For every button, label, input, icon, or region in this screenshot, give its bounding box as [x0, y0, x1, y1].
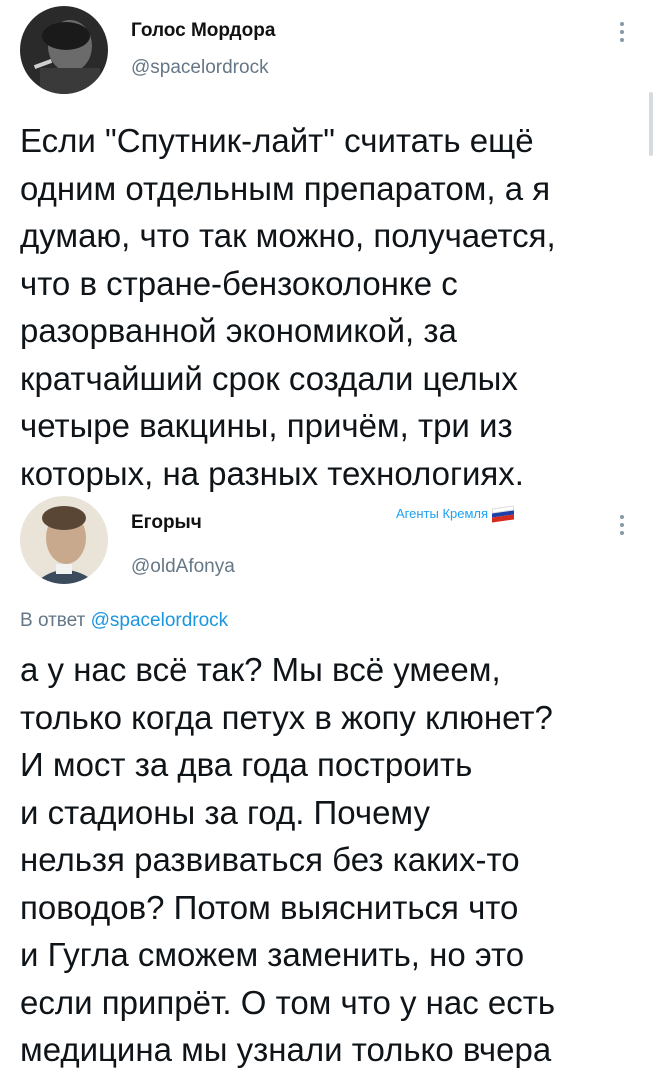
label-badge[interactable]: Агенты Кремля: [396, 504, 515, 523]
tweet-text-line: Если "Спутник-лайт" считать ещё: [20, 122, 534, 159]
author-handle[interactable]: @oldAfonya: [131, 556, 235, 578]
tweet-text-line: медицина мы узнали только вчера: [20, 1031, 552, 1068]
badge-label: Агенты Кремля: [396, 506, 489, 521]
reply-context: В ответ @spacelordrock: [20, 610, 228, 632]
tweet-text-line: кратчайший срок создали целых: [20, 359, 518, 397]
author-name[interactable]: Голос Мордора: [131, 20, 275, 42]
avatar-photo: [20, 496, 108, 584]
more-vertical-icon[interactable]: [620, 22, 626, 46]
tweet-text-line: которых, на разных технологиях.: [20, 454, 524, 492]
tweet-text-line: и стадионы за год. Почему: [20, 793, 430, 831]
tweet-text-line: И мост за два года построить: [20, 746, 473, 783]
author-name[interactable]: Егорыч: [131, 512, 202, 534]
tweet-text: а у нас всё так? Мы всё умеем, только ко…: [20, 646, 555, 1074]
more-vertical-icon[interactable]: [620, 515, 626, 539]
reply-handle-link[interactable]: @spacelordrock: [91, 610, 229, 631]
tweet-text-line: а у нас всё так? Мы всё умеем,: [20, 651, 501, 688]
russian-flag-icon: [492, 504, 515, 523]
avatar[interactable]: [20, 496, 108, 584]
tweet-text-line: думаю, что так можно, получается,: [20, 217, 556, 254]
author-handle[interactable]: @spacelordrock: [131, 57, 269, 79]
tweet-text-line: что в стране-бензоколонке с: [20, 264, 458, 302]
tweet-text: Если "Спутник-лайт" считать ещё одним от…: [20, 117, 556, 497]
tweet-text-line: и Гугла сможем заменить, но это: [20, 936, 525, 973]
tweet-text-line: если припрёт. О том что у нас есть: [20, 983, 556, 1021]
tweet-text-line: четыре вакцины, причём, три из: [20, 407, 513, 444]
avatar-photo: [20, 6, 108, 94]
tweet-text-line: разорванной экономикой, за: [20, 312, 457, 349]
tweet-text-line: только когда петух в жопу клюнет?: [20, 698, 553, 736]
tweet-text-line: нельзя развиваться без каких-то: [20, 841, 520, 878]
reply-prefix: В ответ: [20, 610, 86, 631]
scrollbar[interactable]: [649, 92, 653, 156]
avatar[interactable]: [20, 6, 108, 94]
tweet-text-line: одним отдельным препаратом, а я: [20, 169, 551, 207]
tweet-text-line: поводов? Потом выясниться что: [20, 888, 519, 926]
